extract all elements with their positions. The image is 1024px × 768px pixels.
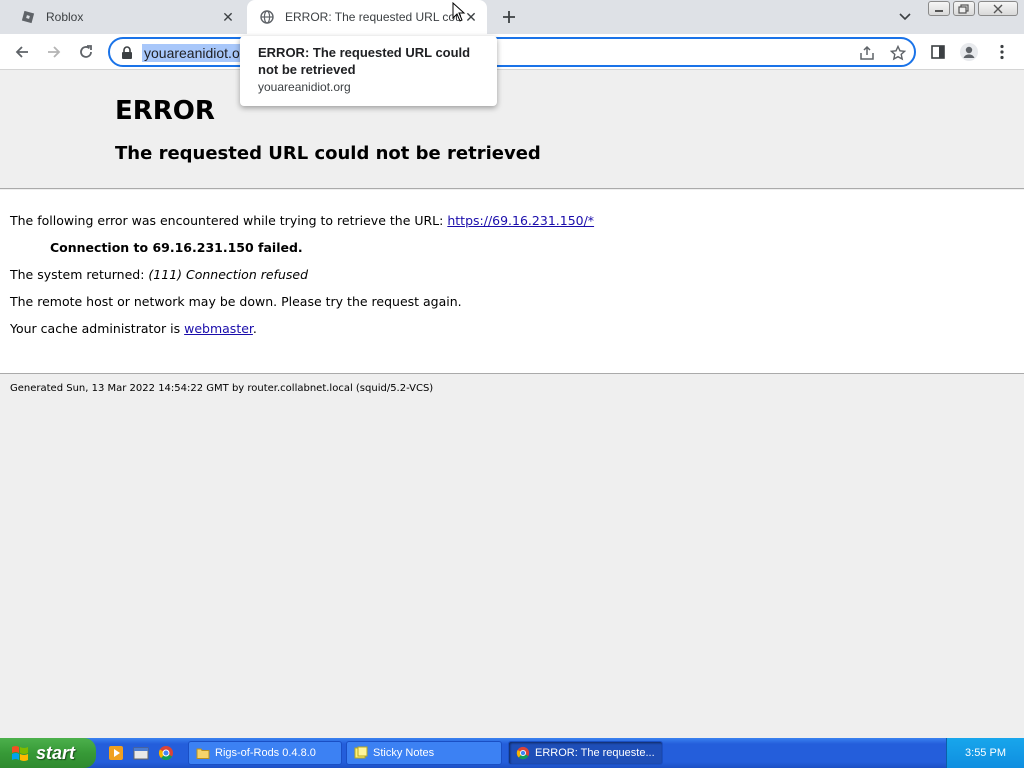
url-text[interactable]: youareanidiot.org — [142, 44, 255, 62]
roblox-icon — [20, 9, 36, 25]
taskbar: start Rigs-of-Rods 0.4.8.0 Sticky Notes … — [0, 738, 1024, 768]
taskbar-button-rigs-of-rods[interactable]: Rigs-of-Rods 0.4.8.0 — [188, 741, 342, 765]
system-returned-label: The system returned: — [10, 267, 149, 282]
system-returned-value: (111) Connection refused — [148, 267, 308, 282]
generated-footer: Generated Sun, 13 Mar 2022 14:54:22 GMT … — [10, 383, 434, 394]
remote-host-text: The remote host or network may be down. … — [10, 294, 462, 309]
error-line-url-text: The following error was encountered whil… — [10, 213, 448, 228]
clock[interactable]: 3:55 PM — [965, 747, 1006, 759]
start-button[interactable]: start — [0, 738, 96, 768]
chrome-icon[interactable] — [158, 745, 174, 761]
error-line-url: The following error was encountered whil… — [10, 213, 594, 228]
folder-icon — [196, 748, 210, 759]
tab-title: Roblox — [46, 10, 84, 24]
close-window-button[interactable] — [978, 1, 1018, 16]
system-returned-line: The system returned: (111) Connection re… — [10, 267, 308, 282]
reload-button[interactable] — [75, 41, 97, 63]
address-bar[interactable]: youareanidiot.org — [108, 37, 916, 67]
error-body: The following error was encountered whil… — [0, 190, 1024, 374]
system-tray: 3:55 PM — [946, 738, 1024, 768]
cache-admin-suffix: . — [252, 321, 257, 336]
webmaster-link[interactable]: webmaster — [184, 321, 253, 336]
page-title: ERROR — [115, 96, 215, 126]
error-header: ERROR The requested URL could not be ret… — [0, 70, 1024, 189]
sticky-notes-icon — [354, 746, 368, 759]
back-button[interactable] — [11, 41, 33, 63]
lock-icon[interactable] — [121, 46, 133, 60]
hover-card-title: ERROR: The requested URL could not be re… — [258, 45, 471, 77]
forward-button[interactable] — [43, 41, 65, 63]
tab-strip: Roblox ✕ ERROR: The requested URL could … — [0, 0, 1024, 34]
chevron-down-icon[interactable] — [896, 8, 914, 26]
taskbar-button-label: Sticky Notes — [373, 747, 435, 759]
tab-close-icon[interactable]: ✕ — [218, 7, 238, 27]
page-content: ERROR The requested URL could not be ret… — [0, 70, 1024, 738]
browser-toolbar: youareanidiot.org — [0, 34, 1024, 70]
taskbar-button-sticky-notes[interactable]: Sticky Notes — [346, 741, 502, 765]
minimize-button[interactable] — [928, 1, 950, 16]
tab-error[interactable]: ERROR: The requested URL could ✕ — [247, 0, 487, 34]
share-icon[interactable] — [858, 44, 876, 62]
new-tab-button[interactable] — [498, 6, 520, 28]
hover-card-domain: youareanidiot.org — [258, 80, 351, 94]
page-subtitle: The requested URL could not be retrieved — [115, 143, 541, 164]
tab-title: ERROR: The requested URL could — [285, 10, 461, 24]
globe-icon — [259, 9, 275, 25]
tab-hover-card: ERROR: The requested URL could not be re… — [240, 36, 497, 106]
windows-flag-icon — [12, 746, 28, 761]
taskbar-button-label: Rigs-of-Rods 0.4.8.0 — [215, 747, 316, 759]
failed-url-link[interactable]: https://69.16.231.150/* — [447, 213, 594, 228]
tab-roblox[interactable]: Roblox ✕ — [8, 0, 244, 34]
profile-avatar-icon[interactable] — [958, 41, 980, 63]
cache-admin-line: Your cache administrator is webmaster. — [10, 321, 257, 336]
mouse-cursor-icon — [452, 2, 466, 22]
taskbar-button-label: ERROR: The requeste... — [535, 747, 655, 759]
chrome-icon — [516, 746, 530, 760]
connection-failed-text: Connection to 69.16.231.150 failed. — [50, 240, 303, 255]
side-panel-icon[interactable] — [927, 41, 949, 63]
start-label: start — [36, 742, 76, 763]
cache-admin-label: Your cache administrator is — [10, 321, 185, 336]
explorer-icon[interactable] — [133, 745, 149, 761]
media-player-icon[interactable] — [108, 745, 124, 761]
restore-button[interactable] — [953, 1, 975, 16]
bookmark-star-icon[interactable] — [889, 44, 907, 62]
kebab-menu-icon[interactable] — [991, 41, 1013, 63]
taskbar-button-chrome-error[interactable]: ERROR: The requeste... — [508, 741, 663, 765]
